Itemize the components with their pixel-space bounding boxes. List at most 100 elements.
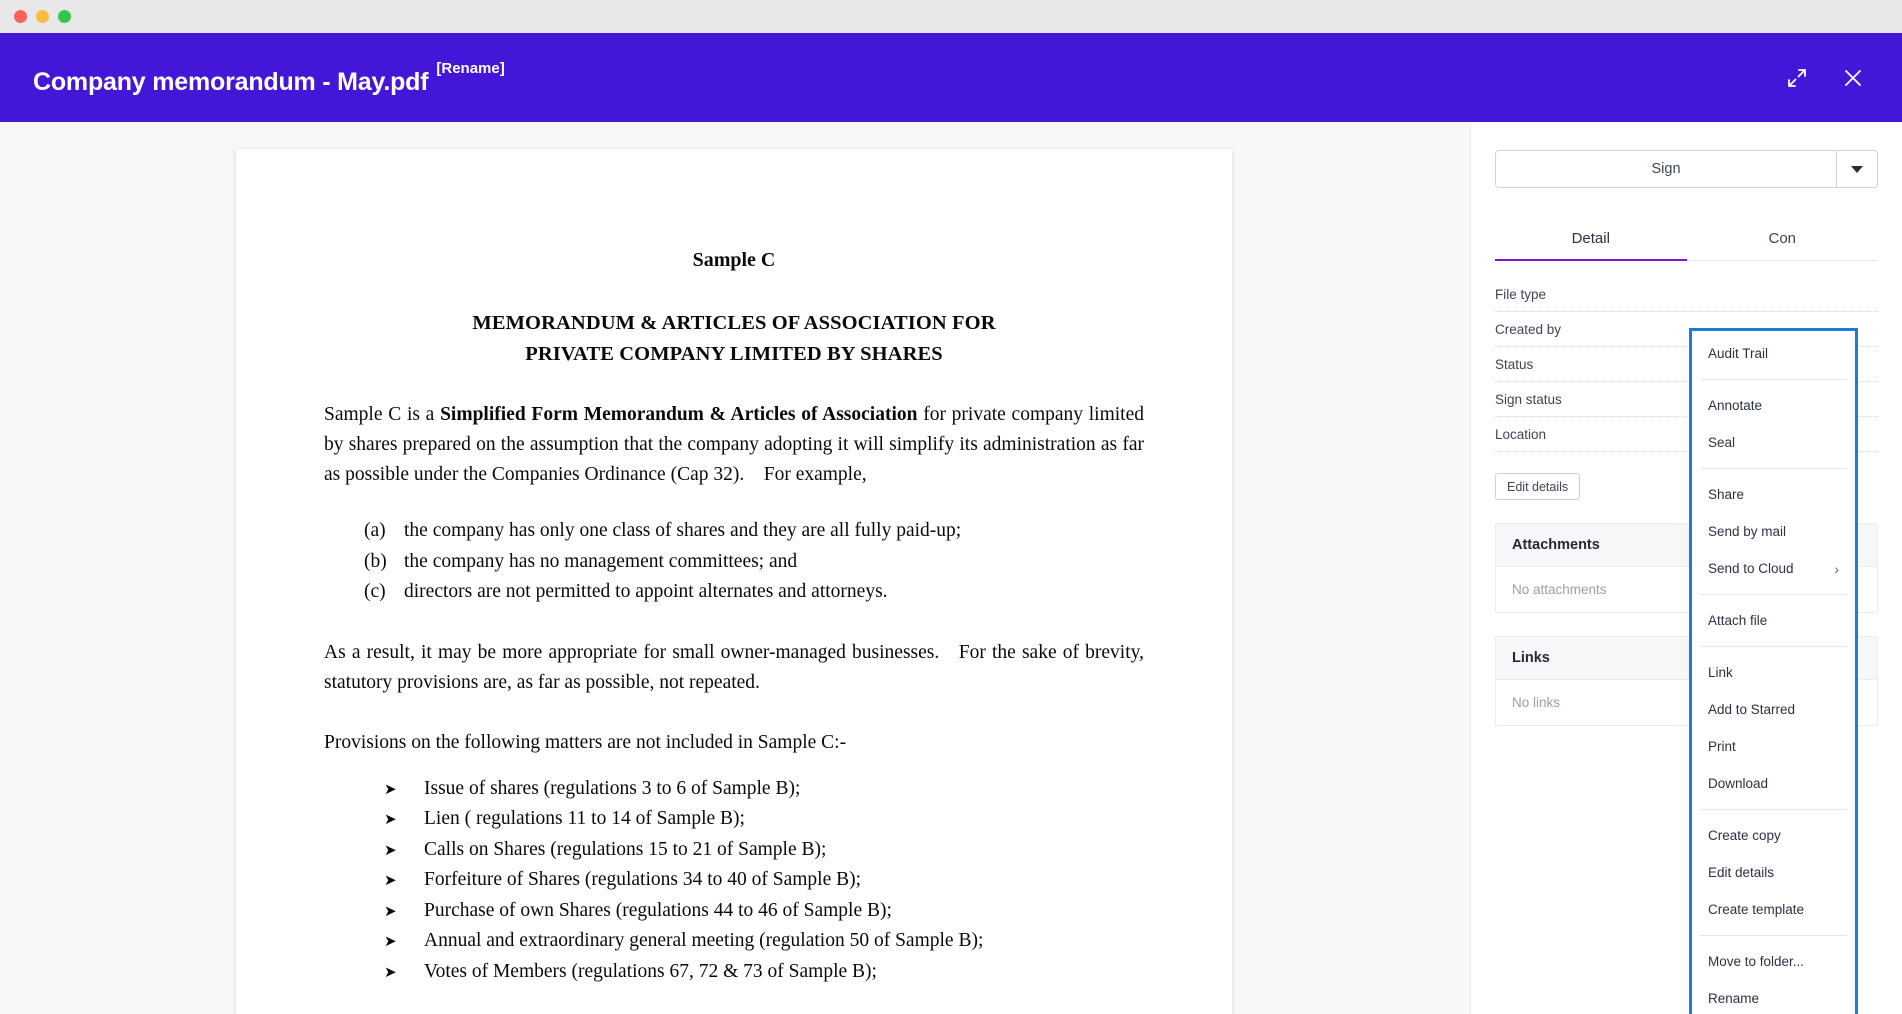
lettered-list: (a) the company has only one class of sh… bbox=[324, 516, 1144, 608]
chevron-right-icon: › bbox=[1834, 560, 1839, 577]
list-item: ➤ Votes of Members (regulations 67, 72 &… bbox=[324, 957, 1144, 988]
sign-dropdown-toggle[interactable] bbox=[1836, 150, 1878, 188]
menu-separator bbox=[1700, 935, 1847, 936]
arrow-bullet-icon: ➤ bbox=[384, 871, 397, 889]
para1-before: Sample C is a bbox=[324, 404, 441, 425]
menu-item-label: Download bbox=[1708, 776, 1769, 791]
document-page: Sample C MEMORANDUM & ARTICLES OF ASSOCI… bbox=[236, 149, 1232, 1014]
menu-item-label: Audit Trail bbox=[1708, 346, 1769, 361]
menu-item-add-to-starred[interactable]: Add to Starred bbox=[1692, 691, 1855, 728]
menu-item-label: Share bbox=[1708, 487, 1745, 502]
menu-item-edit-details[interactable]: Edit details bbox=[1692, 854, 1855, 891]
detail-label: File type bbox=[1495, 286, 1547, 302]
tab-detail[interactable]: Detail bbox=[1495, 230, 1687, 261]
list-item: ➤ Calls on Shares (regulations 15 to 21 … bbox=[324, 835, 1144, 866]
list-text: the company has no management committees… bbox=[404, 550, 798, 572]
list-text: Calls on Shares (regulations 15 to 21 of… bbox=[424, 838, 827, 860]
detail-row: File type bbox=[1495, 277, 1878, 312]
document-subheading-line2: PRIVATE COMPANY LIMITED BY SHARES bbox=[525, 343, 943, 365]
page-title: Company memorandum - May.pdf bbox=[33, 67, 429, 96]
menu-separator bbox=[1700, 594, 1847, 595]
menu-item-label: Edit details bbox=[1708, 865, 1775, 880]
menu-item-label: Link bbox=[1708, 665, 1733, 680]
list-text: Purchase of own Shares (regulations 44 t… bbox=[424, 899, 892, 921]
menu-separator bbox=[1700, 809, 1847, 810]
window-maximize-dot[interactable] bbox=[58, 10, 71, 23]
window-minimize-dot[interactable] bbox=[36, 10, 49, 23]
document-viewer[interactable]: Sample C MEMORANDUM & ARTICLES OF ASSOCI… bbox=[0, 122, 1470, 1014]
list-text: Lien ( regulations 11 to 14 of Sample B)… bbox=[424, 808, 745, 829]
document-subheading-line1: MEMORANDUM & ARTICLES OF ASSOCIATION FOR bbox=[472, 312, 996, 334]
menu-item-share[interactable]: Share bbox=[1692, 476, 1855, 513]
document-actions-menu[interactable]: Audit Trail Annotate Seal Share Send by … bbox=[1689, 328, 1858, 1014]
sign-button-group: Sign bbox=[1495, 150, 1878, 188]
menu-item-label: Print bbox=[1708, 739, 1736, 754]
document-heading: Sample C bbox=[692, 249, 776, 271]
tab-content[interactable]: Con bbox=[1686, 230, 1878, 261]
list-text: directors are not permitted to appoint a… bbox=[404, 581, 888, 602]
document-paragraph-3: Provisions on the following matters are … bbox=[324, 731, 847, 753]
menu-item-send-by-mail[interactable]: Send by mail bbox=[1692, 513, 1855, 550]
arrow-bullet-icon: ➤ bbox=[384, 962, 397, 981]
menu-separator bbox=[1700, 468, 1847, 469]
menu-item-annotate[interactable]: Annotate bbox=[1692, 387, 1855, 424]
header-actions bbox=[1784, 65, 1902, 91]
list-item: ➤ Forfeiture of Shares (regulations 34 t… bbox=[324, 865, 1144, 896]
menu-item-print[interactable]: Print bbox=[1692, 728, 1855, 765]
list-item: ➤ Issue of shares (regulations 3 to 6 of… bbox=[324, 774, 1144, 805]
menu-item-create-template[interactable]: Create template bbox=[1692, 891, 1855, 928]
menu-item-audit-trail[interactable]: Audit Trail bbox=[1692, 335, 1855, 372]
app-root: Company memorandum - May.pdf [Rename] Sa… bbox=[0, 0, 1902, 1014]
detail-label: Created by bbox=[1495, 321, 1562, 337]
menu-item-send-to-cloud[interactable]: Send to Cloud › bbox=[1692, 550, 1855, 587]
arrow-bullet-icon: ➤ bbox=[384, 901, 397, 920]
arrow-bullet-icon: ➤ bbox=[384, 810, 397, 828]
menu-item-create-copy[interactable]: Create copy bbox=[1692, 817, 1855, 854]
list-item: (c) directors are not permitted to appoi… bbox=[324, 577, 1144, 608]
detail-label: Sign status bbox=[1495, 391, 1562, 407]
list-text: Forfeiture of Shares (regulations 34 to … bbox=[424, 869, 862, 890]
app-header: Company memorandum - May.pdf [Rename] bbox=[0, 33, 1902, 122]
workspace: Sample C MEMORANDUM & ARTICLES OF ASSOCI… bbox=[0, 122, 1902, 1014]
os-title-bar bbox=[0, 0, 1902, 33]
list-marker: (b) bbox=[364, 550, 387, 572]
menu-item-label: Add to Starred bbox=[1708, 702, 1796, 717]
list-item: (a) the company has only one class of sh… bbox=[324, 516, 1144, 547]
list-item: ➤ Purchase of own Shares (regulations 44… bbox=[324, 896, 1144, 927]
menu-item-seal[interactable]: Seal bbox=[1692, 424, 1855, 461]
edit-details-button[interactable]: Edit details bbox=[1495, 473, 1581, 500]
menu-item-label: Rename bbox=[1708, 991, 1760, 1006]
window-close-dot[interactable] bbox=[14, 10, 27, 23]
expand-icon[interactable] bbox=[1784, 65, 1810, 91]
menu-item-label: Seal bbox=[1708, 435, 1736, 450]
arrow-list: ➤ Issue of shares (regulations 3 to 6 of… bbox=[324, 774, 1144, 988]
menu-item-download[interactable]: Download bbox=[1692, 765, 1855, 802]
menu-item-label: Send to Cloud bbox=[1708, 561, 1794, 576]
sign-button[interactable]: Sign bbox=[1495, 150, 1836, 188]
menu-item-label: Create template bbox=[1708, 902, 1805, 917]
menu-item-attach-file[interactable]: Attach file bbox=[1692, 602, 1855, 639]
rename-tag[interactable]: [Rename] bbox=[436, 61, 504, 76]
menu-item-link[interactable]: Link bbox=[1692, 654, 1855, 691]
list-text: the company has only one class of shares… bbox=[404, 520, 962, 541]
arrow-bullet-icon: ➤ bbox=[384, 840, 397, 859]
menu-item-rename[interactable]: Rename bbox=[1692, 980, 1855, 1014]
list-text: Issue of shares (regulations 3 to 6 of S… bbox=[424, 777, 801, 799]
menu-separator bbox=[1700, 379, 1847, 380]
detail-label: Location bbox=[1495, 426, 1547, 442]
para1-bold: Simplified Form Memorandum & Articles of… bbox=[440, 404, 918, 425]
menu-item-label: Create copy bbox=[1708, 828, 1781, 843]
document-actions-menu-list: Audit Trail Annotate Seal Share Send by … bbox=[1692, 331, 1855, 1014]
close-icon[interactable] bbox=[1840, 65, 1866, 91]
chevron-down-icon bbox=[1851, 165, 1863, 173]
menu-item-move-to-folder[interactable]: Move to folder... bbox=[1692, 943, 1855, 980]
list-marker: (c) bbox=[364, 581, 386, 602]
list-marker: (a) bbox=[364, 520, 386, 541]
menu-item-label: Annotate bbox=[1708, 398, 1763, 413]
document-paragraph-1: Sample C is a Simplified Form Memorandum… bbox=[324, 400, 1144, 490]
list-text: Annual and extraordinary general meeting… bbox=[424, 930, 984, 951]
document-paragraph-2: As a result, it may be more appropriate … bbox=[324, 641, 1144, 693]
document-subheading: MEMORANDUM & ARTICLES OF ASSOCIATION FOR… bbox=[324, 308, 1144, 370]
menu-separator bbox=[1700, 646, 1847, 647]
list-item: (b) the company has no management commit… bbox=[324, 547, 1144, 578]
